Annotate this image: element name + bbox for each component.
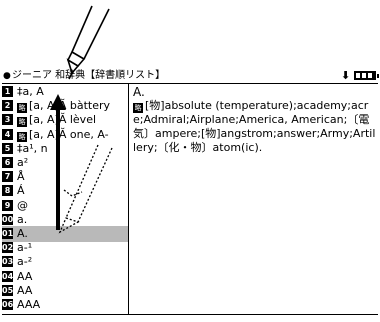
list-item-text: a. xyxy=(17,212,28,226)
bottom-border xyxy=(2,314,378,315)
row-number-badge: 9 xyxy=(2,199,13,211)
list-item-text: ‡a, A xyxy=(17,85,44,98)
list-item-text: [a, A]Ă bàttery xyxy=(29,99,111,113)
detail-pane: A. 略 [物]absolute (temperature);academy;ac… xyxy=(131,84,376,314)
scroll-down-arrow-icon[interactable]: ⬇ xyxy=(341,69,350,83)
list-item-text: a² xyxy=(17,156,29,169)
definition-text: [物]absolute (temperature);academy;acre;A… xyxy=(133,99,376,154)
abbreviation-badge: 略 xyxy=(133,103,143,113)
title-bar: ● ジーニア 和辞典【辞書順リスト】 ⬇ xyxy=(2,69,379,84)
row-number-badge: 05 xyxy=(2,284,14,296)
window-title: ジーニア 和辞典【辞書順リスト】 xyxy=(12,70,166,81)
list-item-text: [a, A]Ă lèvel xyxy=(29,113,97,127)
list-item-text: @ xyxy=(17,198,28,212)
row-number-badge: 04 xyxy=(2,270,14,282)
list-item-text: ‡a¹, n xyxy=(17,141,48,155)
panel-divider xyxy=(128,84,129,314)
row-number-badge: 02 xyxy=(2,242,14,254)
dictionary-screen: ● ジーニア 和辞典【辞書順リスト】 ⬇ 1 ‡a, A 2 略 [a, A]Ă bàt… xyxy=(0,0,380,322)
list-item-text: AA xyxy=(17,283,33,297)
row-number-badge: 3 xyxy=(2,114,13,126)
list-item-text: Á xyxy=(17,184,25,198)
list-item-label: AAA xyxy=(17,297,40,313)
row-number-badge: 8 xyxy=(2,185,13,197)
list-item-text: AAA xyxy=(17,298,41,311)
row-number-badge: 6 xyxy=(2,157,13,168)
row-number-badge: 00 xyxy=(2,213,14,225)
list-item-text: AA xyxy=(17,269,33,283)
detail-definition: 略 [物]absolute (temperature);academy;acre;… xyxy=(133,99,376,155)
row-number-badge: 2 xyxy=(2,100,13,112)
detail-headword: A. xyxy=(133,85,145,99)
row-number-badge: 06 xyxy=(2,299,14,310)
status-dot-icon: ● xyxy=(3,71,11,81)
list-item[interactable]: 06 AAA xyxy=(2,297,128,313)
list-item-text: [a, A]Ă one, A- xyxy=(29,127,109,141)
row-number-badge: 1 xyxy=(2,86,13,97)
result-list[interactable]: 1 ‡a, A 2 略 [a, A]Ă bàttery 3 略 [a, A]Ă lèvel 4 略… xyxy=(2,84,128,314)
list-item-text: Å xyxy=(17,170,25,184)
row-number-badge: 4 xyxy=(2,128,13,140)
list-item-text: a-¹ xyxy=(17,241,33,255)
list-item-text: A. xyxy=(17,227,28,240)
row-number-badge: 7 xyxy=(2,171,13,183)
list-item-text: a-² xyxy=(17,255,33,269)
battery-icon xyxy=(354,71,379,80)
row-number-badge: 5 xyxy=(2,142,13,154)
row-number-badge: 01 xyxy=(2,228,14,239)
row-number-badge: 03 xyxy=(2,256,14,268)
